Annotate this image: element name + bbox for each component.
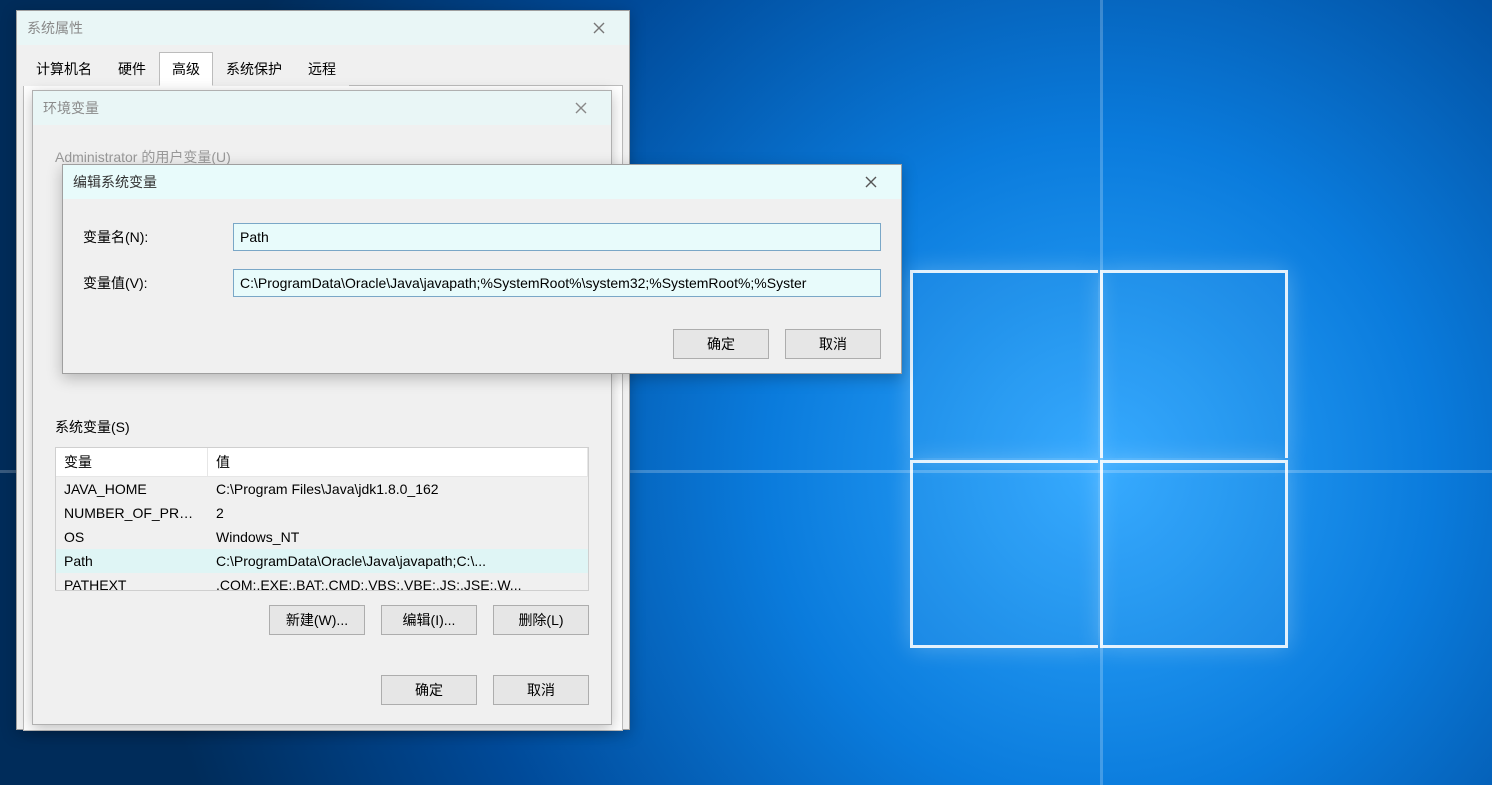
system-properties-tabs: 计算机名 硬件 高级 系统保护 远程	[17, 45, 629, 85]
system-variables-body[interactable]: JAVA_HOME C:\Program Files\Java\jdk1.8.0…	[56, 477, 588, 591]
variable-value-label: 变量值(V):	[83, 273, 233, 293]
tab-system-protection[interactable]: 系统保护	[213, 52, 295, 86]
edit-ok-button[interactable]: 确定	[673, 329, 769, 359]
system-variables-label: 系统变量(S)	[55, 417, 589, 437]
table-row[interactable]: NUMBER_OF_PRO... 2	[56, 501, 588, 525]
variable-value-input[interactable]	[233, 269, 881, 297]
sys-new-button[interactable]: 新建(W)...	[269, 605, 365, 635]
table-row[interactable]: JAVA_HOME C:\Program Files\Java\jdk1.8.0…	[56, 477, 588, 501]
system-properties-titlebar[interactable]: 系统属性	[17, 11, 629, 45]
tab-computer-name[interactable]: 计算机名	[23, 52, 105, 86]
table-row[interactable]: PATHEXT .COM;.EXE;.BAT;.CMD;.VBS;.VBE;.J…	[56, 573, 588, 591]
system-properties-title: 系统属性	[27, 18, 579, 38]
system-variables-table[interactable]: 变量 值 JAVA_HOME C:\Program Files\Java\jdk…	[55, 447, 589, 591]
sys-delete-button[interactable]: 删除(L)	[493, 605, 589, 635]
variable-name-label: 变量名(N):	[83, 227, 233, 247]
tab-hardware[interactable]: 硬件	[105, 52, 159, 86]
env-cancel-button[interactable]: 取消	[493, 675, 589, 705]
environment-variables-titlebar[interactable]: 环境变量	[33, 91, 611, 125]
tab-remote[interactable]: 远程	[295, 52, 349, 86]
table-row[interactable]: OS Windows_NT	[56, 525, 588, 549]
table-row[interactable]: Path C:\ProgramData\Oracle\Java\javapath…	[56, 549, 588, 573]
column-variable[interactable]: 变量	[56, 448, 208, 476]
edit-system-variable-dialog: 编辑系统变量 变量名(N): 变量值(V): 确定 取消	[62, 164, 902, 374]
tab-advanced[interactable]: 高级	[159, 52, 213, 86]
edit-dialog-titlebar[interactable]: 编辑系统变量	[63, 165, 901, 199]
close-icon[interactable]	[579, 15, 619, 41]
variable-name-input[interactable]	[233, 223, 881, 251]
sys-edit-button[interactable]: 编辑(I)...	[381, 605, 477, 635]
edit-dialog-title: 编辑系统变量	[73, 172, 851, 192]
close-icon[interactable]	[851, 169, 891, 195]
column-value[interactable]: 值	[208, 448, 588, 476]
edit-cancel-button[interactable]: 取消	[785, 329, 881, 359]
environment-variables-title: 环境变量	[43, 98, 561, 118]
close-icon[interactable]	[561, 95, 601, 121]
env-ok-button[interactable]: 确定	[381, 675, 477, 705]
